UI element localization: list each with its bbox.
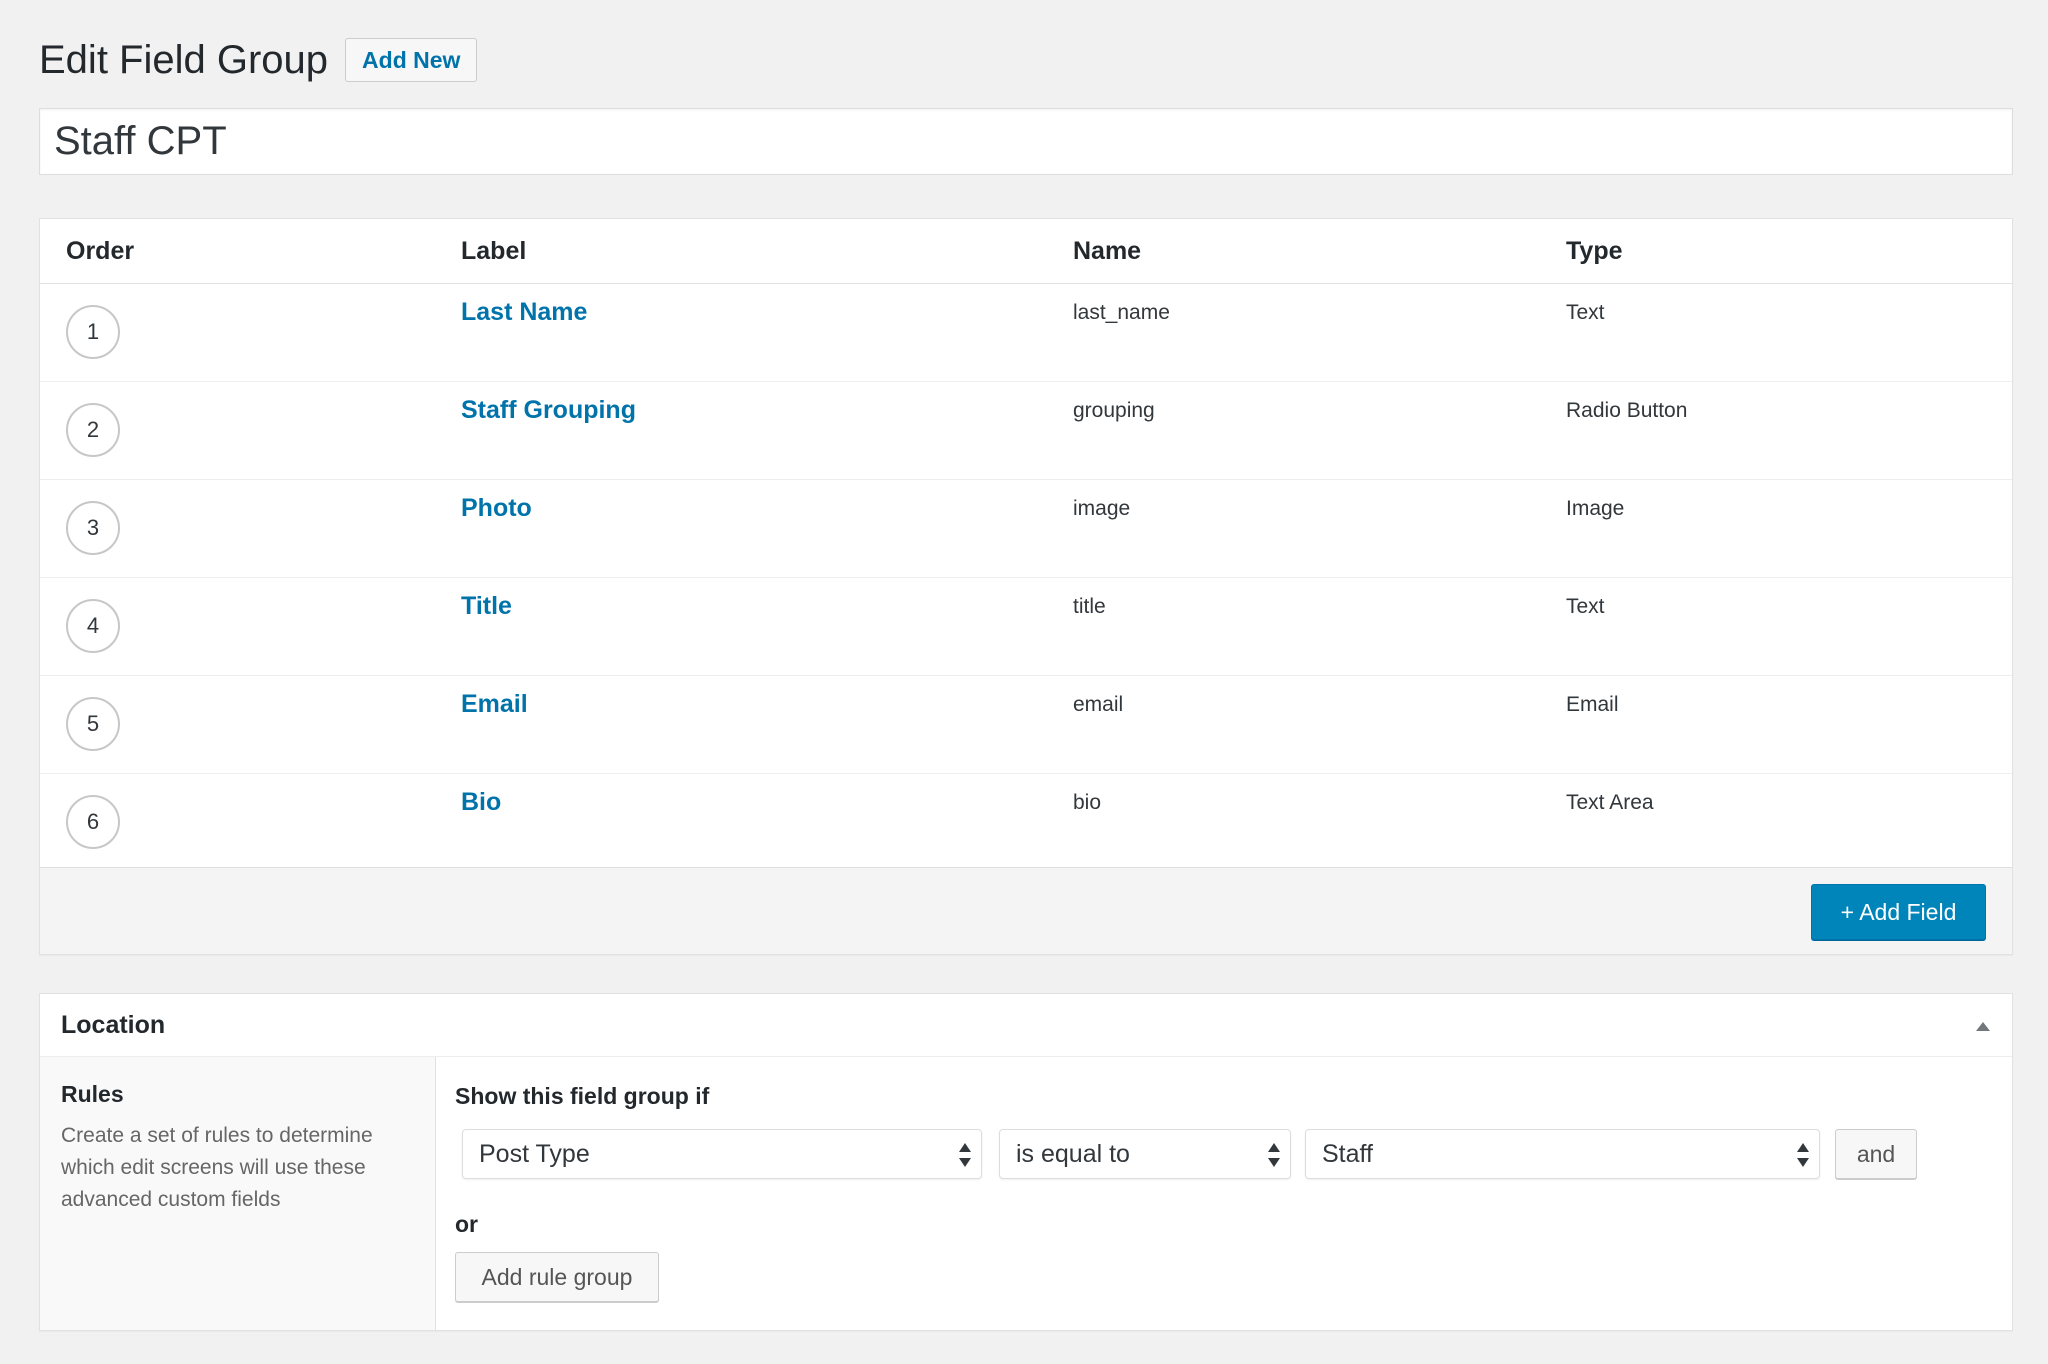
location-panel-header[interactable]: Location bbox=[40, 994, 2012, 1057]
field-order-handle[interactable]: 3 bbox=[66, 501, 120, 555]
field-order-handle[interactable]: 2 bbox=[66, 403, 120, 457]
rules-description: Create a set of rules to determine which… bbox=[61, 1124, 373, 1211]
field-label-link[interactable]: Last Name bbox=[461, 298, 587, 327]
rule-value-value: Staff bbox=[1322, 1140, 1373, 1168]
field-type: Text bbox=[1566, 301, 1605, 324]
field-row: 4 Title title Text bbox=[40, 578, 2012, 676]
field-label-link[interactable]: Staff Grouping bbox=[461, 396, 636, 425]
triangle-up-icon[interactable] bbox=[1976, 1022, 1990, 1031]
field-order-handle[interactable]: 6 bbox=[66, 795, 120, 849]
rule-value-select[interactable]: Staff bbox=[1305, 1129, 1820, 1179]
rule-operator-select[interactable]: is equal to bbox=[999, 1129, 1291, 1179]
field-name: grouping bbox=[1073, 399, 1155, 422]
column-header-type: Type bbox=[1566, 237, 1623, 265]
column-header-name: Name bbox=[1073, 237, 1142, 265]
field-order-handle[interactable]: 1 bbox=[66, 305, 120, 359]
field-name: title bbox=[1073, 595, 1106, 618]
add-rule-group-button[interactable]: Add rule group bbox=[455, 1252, 659, 1302]
field-type: Text bbox=[1566, 595, 1605, 618]
field-name: bio bbox=[1073, 791, 1102, 814]
location-title: Location bbox=[61, 1011, 166, 1039]
field-type: Email bbox=[1566, 693, 1619, 716]
show-if-label: Show this field group if bbox=[455, 1083, 710, 1109]
field-order-handle[interactable]: 4 bbox=[66, 599, 120, 653]
add-rule-and-button[interactable]: and bbox=[1835, 1129, 1917, 1179]
rule-param-value: Post Type bbox=[479, 1140, 590, 1168]
field-label-link[interactable]: Bio bbox=[461, 788, 501, 817]
field-type: Image bbox=[1566, 497, 1625, 520]
field-label-link[interactable]: Photo bbox=[461, 494, 532, 523]
fields-footer: + Add Field bbox=[40, 867, 2012, 954]
field-type: Radio Button bbox=[1566, 399, 1688, 422]
rule-operator-value: is equal to bbox=[1016, 1140, 1130, 1168]
field-row: 6 Bio bio Text Area bbox=[40, 774, 2012, 872]
field-name: email bbox=[1073, 693, 1124, 716]
add-new-button[interactable]: Add New bbox=[345, 38, 478, 82]
rules-editor: Show this field group if Post Type is eq… bbox=[436, 1057, 2012, 1330]
field-row: 5 Email email Email bbox=[40, 676, 2012, 774]
rules-title: Rules bbox=[61, 1081, 124, 1107]
fields-table-header: Order Label Name Type bbox=[40, 219, 2012, 284]
select-arrows-icon bbox=[1797, 1143, 1809, 1167]
select-arrows-icon bbox=[1268, 1143, 1280, 1167]
fields-panel: Order Label Name Type 1 Last Name last_n… bbox=[39, 218, 2013, 955]
field-type: Text Area bbox=[1566, 791, 1654, 814]
page-header: Edit Field Group Add New bbox=[39, 36, 478, 84]
field-name: last_name bbox=[1073, 301, 1170, 324]
location-panel: Location Rules Create a set of rules to … bbox=[39, 993, 2013, 1331]
column-header-order: Order bbox=[66, 237, 135, 265]
field-label-link[interactable]: Title bbox=[461, 592, 512, 621]
rules-sidebar: Rules Create a set of rules to determine… bbox=[40, 1057, 436, 1330]
field-row: 2 Staff Grouping grouping Radio Button bbox=[40, 382, 2012, 480]
field-order-handle[interactable]: 5 bbox=[66, 697, 120, 751]
field-name: image bbox=[1073, 497, 1131, 520]
add-field-button[interactable]: + Add Field bbox=[1811, 884, 1986, 940]
column-header-label: Label bbox=[461, 237, 527, 265]
field-label-link[interactable]: Email bbox=[461, 690, 528, 719]
field-row: 3 Photo image Image bbox=[40, 480, 2012, 578]
select-arrows-icon bbox=[959, 1143, 971, 1167]
field-row: 1 Last Name last_name Text bbox=[40, 284, 2012, 382]
page-title: Edit Field Group bbox=[39, 38, 329, 82]
or-label: or bbox=[455, 1211, 478, 1237]
rule-param-select[interactable]: Post Type bbox=[462, 1129, 982, 1179]
field-group-title-input[interactable]: Staff CPT bbox=[39, 108, 2013, 175]
